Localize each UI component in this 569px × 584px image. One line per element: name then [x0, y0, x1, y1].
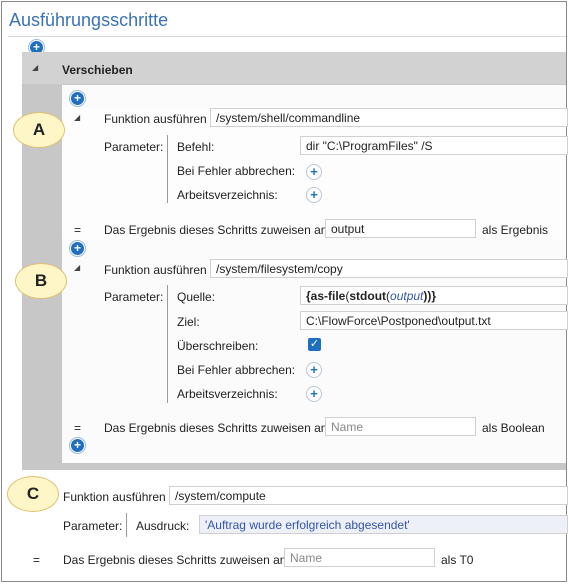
- step-c-parameters-label: Parameter:: [63, 519, 123, 533]
- step-c-params-divider: [126, 513, 127, 537]
- step-c-function-input[interactable]: /system/compute: [169, 486, 568, 505]
- step-b-source-arg: output: [390, 289, 424, 303]
- step-a-assign-label: Das Ergebnis dieses Schritts zuweisen an: [104, 223, 328, 237]
- step-b-assign-input[interactable]: Name: [325, 417, 476, 436]
- step-b-source-close: ))}: [423, 289, 437, 303]
- page-title: Ausführungsschritte: [9, 10, 169, 30]
- step-c-expression-input[interactable]: 'Auftrag wurde erfolgreich abgesendet': [199, 515, 568, 534]
- step-b-badge: B: [15, 263, 67, 299]
- add-step-before-a-icon[interactable]: +: [70, 91, 85, 106]
- step-b-overwrite-checkbox[interactable]: ✓: [308, 338, 321, 351]
- step-c-function-label: Funktion ausführen: [63, 490, 166, 504]
- step-c-badge: C: [7, 476, 59, 512]
- step-b-workdir-label: Arbeitsverzeichnis:: [177, 387, 278, 401]
- move-block-title: Verschieben: [62, 63, 133, 77]
- step-a-abort-on-error-label: Bei Fehler abbrechen:: [177, 164, 296, 178]
- step-c-equals: =: [33, 553, 41, 567]
- step-b-params-divider: [167, 285, 168, 403]
- step-a-parameters-label: Parameter:: [104, 140, 164, 154]
- collapse-move-icon[interactable]: ◢: [32, 63, 38, 72]
- step-a-equals: =: [74, 223, 82, 237]
- step-a-command-input[interactable]: dir "C:\ProgramFiles" /S: [300, 136, 568, 155]
- step-a-badge: A: [13, 112, 65, 148]
- step-b-result-type: als Boolean: [482, 421, 545, 435]
- step-b-target-label: Ziel:: [177, 315, 200, 329]
- step-b-function-label: Funktion ausführen: [104, 263, 207, 277]
- step-b-source-fn: as-file: [310, 289, 346, 303]
- step-a-assign-input[interactable]: output: [325, 219, 476, 238]
- step-b-parameters-label: Parameter:: [104, 290, 164, 304]
- step-b-add-abort-icon[interactable]: +: [306, 362, 322, 378]
- collapse-step-a-icon[interactable]: ◢: [74, 113, 80, 122]
- add-step-before-b-icon[interactable]: +: [70, 241, 85, 256]
- step-b-overwrite-label: Überschreiben:: [177, 339, 259, 353]
- step-b-assign-label: Das Ergebnis dieses Schritts zuweisen an: [104, 421, 328, 435]
- step-c-assign-input[interactable]: Name: [284, 548, 435, 567]
- step-a-result-type: als Ergebnis: [482, 223, 549, 237]
- step-b-source-input[interactable]: {as-file(stdout(output))}: [300, 286, 568, 305]
- step-a-function-label: Funktion ausführen: [104, 112, 207, 126]
- step-b-abort-on-error-label: Bei Fehler abbrechen:: [177, 363, 296, 377]
- step-a-function-input[interactable]: /system/shell/commandline: [210, 108, 568, 127]
- step-b-source-inner-fn: stdout: [349, 289, 387, 303]
- title-divider: [8, 36, 566, 37]
- add-step-after-b-icon[interactable]: +: [70, 438, 85, 453]
- step-b-function-input[interactable]: /system/filesystem/copy: [210, 259, 568, 278]
- collapse-step-b-icon[interactable]: ◢: [74, 263, 80, 272]
- step-a-workdir-label: Arbeitsverzeichnis:: [177, 188, 278, 202]
- step-b-equals: =: [74, 421, 82, 435]
- step-b-target-input[interactable]: C:\FlowForce\Postponed\output.txt: [300, 311, 568, 330]
- step-a-command-label: Befehl:: [177, 140, 215, 154]
- step-b-source-label: Quelle:: [177, 290, 216, 304]
- step-c-result-type: als T0: [441, 553, 474, 567]
- step-b-add-workdir-icon[interactable]: +: [306, 386, 322, 402]
- step-a-add-workdir-icon[interactable]: +: [306, 187, 322, 203]
- step-a-add-abort-icon[interactable]: +: [306, 164, 322, 180]
- step-c-assign-label: Das Ergebnis dieses Schritts zuweisen an: [63, 553, 287, 567]
- step-a-params-divider: [167, 135, 168, 203]
- step-c-expression-label: Ausdruck:: [136, 519, 190, 533]
